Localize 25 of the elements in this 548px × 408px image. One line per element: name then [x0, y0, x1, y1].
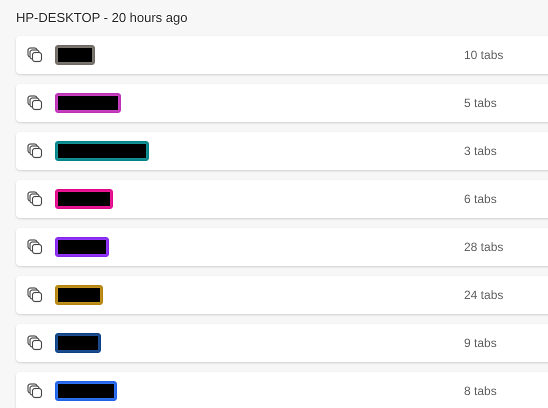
tab-group-icon	[27, 239, 43, 255]
tab-group-icon	[27, 335, 43, 351]
tab-group-row[interactable]: 5 tabs	[16, 84, 548, 122]
tab-group-row[interactable]: 3 tabs	[16, 132, 548, 170]
tab-group-icon	[27, 95, 43, 111]
tab-group-row[interactable]: 28 tabs	[16, 228, 548, 266]
tab-group-row[interactable]: 6 tabs	[16, 180, 548, 218]
tab-group-icon	[27, 383, 43, 399]
tab-count: 8 tabs	[464, 383, 498, 400]
tab-group-row[interactable]: 9 tabs	[16, 324, 548, 362]
tab-group-icon	[27, 143, 43, 159]
tab-group-row[interactable]: 10 tabs	[16, 36, 548, 74]
tab-group-icon	[27, 47, 43, 63]
tab-count: 3 tabs	[464, 143, 498, 160]
tab-group-row[interactable]: 8 tabs	[16, 372, 548, 408]
device-header: HP-DESKTOP - 20 hours ago	[16, 9, 188, 27]
tab-count: 24 tabs	[464, 287, 504, 304]
tab-count: 28 tabs	[464, 239, 504, 256]
tab-group-icon	[27, 191, 43, 207]
tab-group-icon	[27, 287, 43, 303]
tab-group-row[interactable]: 24 tabs	[16, 276, 548, 314]
tab-count: 10 tabs	[464, 47, 504, 64]
tab-count: 9 tabs	[464, 335, 498, 352]
tab-count: 5 tabs	[464, 95, 498, 112]
tab-count: 6 tabs	[464, 191, 498, 208]
